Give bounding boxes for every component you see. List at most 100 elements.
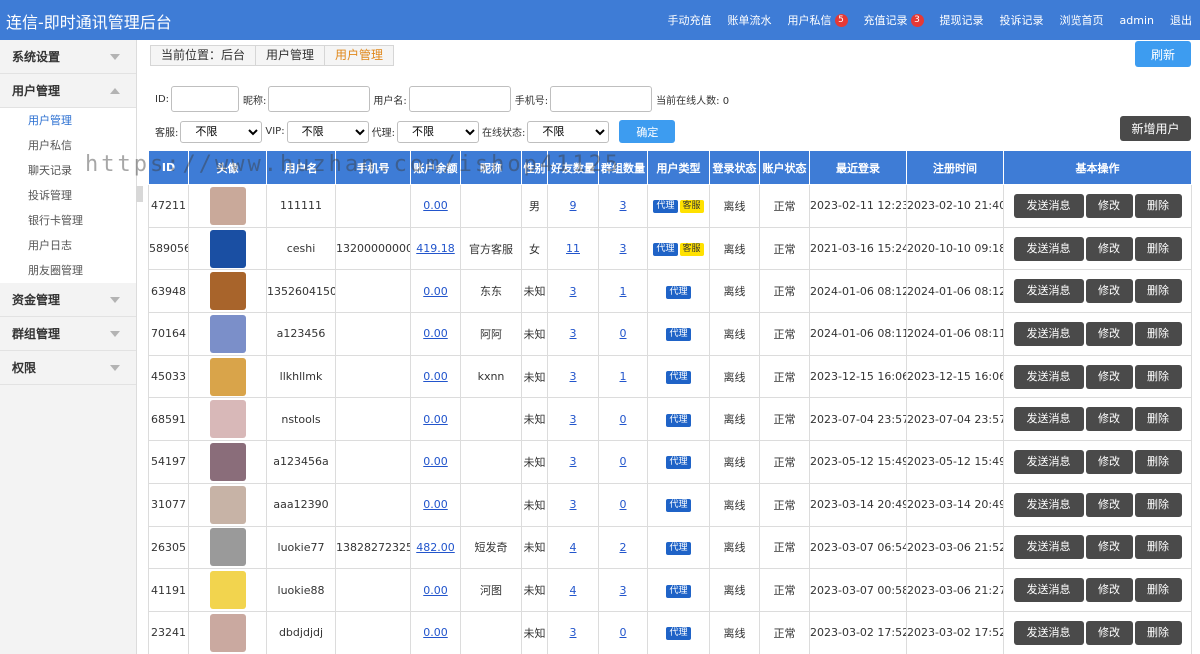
nickname-input[interactable] — [268, 86, 371, 112]
delete-button[interactable]: 删除 — [1134, 449, 1182, 474]
friends-count-link[interactable]: 4 — [570, 541, 577, 554]
balance-link[interactable]: 0.00 — [423, 285, 448, 298]
groups-count-link[interactable]: 0 — [620, 626, 627, 639]
groups-count-link[interactable]: 2 — [620, 541, 627, 554]
username-input[interactable] — [408, 86, 511, 112]
nav-item-8[interactable]: 退出 — [1162, 12, 1200, 28]
edit-button[interactable]: 修改 — [1085, 535, 1133, 560]
friends-count-link[interactable]: 4 — [570, 584, 577, 597]
groups-count-link[interactable]: 0 — [620, 455, 627, 468]
send-message-button[interactable]: 发送消息 — [1013, 236, 1084, 261]
send-message-button[interactable]: 发送消息 — [1013, 321, 1084, 346]
sidebar-group-4[interactable]: 权限 — [0, 351, 136, 385]
balance-link[interactable]: 0.00 — [423, 498, 448, 511]
delete-button[interactable]: 删除 — [1134, 620, 1182, 645]
edit-button[interactable]: 修改 — [1085, 578, 1133, 603]
sidebar-item-3[interactable]: 投诉管理 — [0, 183, 136, 208]
friends-count-link[interactable]: 3 — [570, 498, 577, 511]
breadcrumb-section[interactable]: 用户管理 — [256, 46, 326, 65]
send-message-button[interactable]: 发送消息 — [1013, 535, 1084, 560]
sidebar-collapse-handle[interactable] — [136, 186, 143, 202]
groups-count-link[interactable]: 0 — [620, 413, 627, 426]
sidebar-item-1[interactable]: 用户私信 — [0, 133, 136, 158]
balance-link[interactable]: 0.00 — [423, 584, 448, 597]
online-status-select[interactable]: 不限 — [527, 120, 610, 143]
send-message-button[interactable]: 发送消息 — [1013, 449, 1084, 474]
edit-button[interactable]: 修改 — [1085, 193, 1133, 218]
delete-button[interactable]: 删除 — [1134, 578, 1182, 603]
edit-button[interactable]: 修改 — [1085, 364, 1133, 389]
phone-input[interactable] — [550, 86, 653, 112]
groups-count-link[interactable]: 0 — [620, 327, 627, 340]
friends-count-link[interactable]: 3 — [570, 327, 577, 340]
sidebar-item-2[interactable]: 聊天记录 — [0, 158, 136, 183]
balance-link[interactable]: 0.00 — [423, 370, 448, 383]
delete-button[interactable]: 删除 — [1134, 364, 1182, 389]
send-message-button[interactable]: 发送消息 — [1013, 193, 1084, 218]
add-user-button[interactable]: 新增用户 — [1120, 116, 1191, 141]
groups-count-link[interactable]: 1 — [620, 370, 627, 383]
friends-count-link[interactable]: 11 — [566, 242, 580, 255]
groups-count-link[interactable]: 3 — [620, 584, 627, 597]
edit-button[interactable]: 修改 — [1085, 407, 1133, 432]
sidebar-item-5[interactable]: 用户日志 — [0, 233, 136, 258]
friends-count-link[interactable]: 3 — [570, 413, 577, 426]
balance-link[interactable]: 0.00 — [423, 199, 448, 212]
delete-button[interactable]: 删除 — [1134, 321, 1182, 346]
nav-item-4[interactable]: 提现记录 — [932, 12, 992, 28]
nav-item-5[interactable]: 投诉记录 — [992, 12, 1052, 28]
edit-button[interactable]: 修改 — [1085, 492, 1133, 517]
delete-button[interactable]: 删除 — [1134, 492, 1182, 517]
balance-link[interactable]: 0.00 — [423, 455, 448, 468]
sidebar-group-3[interactable]: 群组管理 — [0, 317, 136, 351]
friends-count-link[interactable]: 3 — [570, 626, 577, 639]
delete-button[interactable]: 删除 — [1134, 407, 1182, 432]
delete-button[interactable]: 删除 — [1134, 279, 1182, 304]
nav-item-7[interactable]: admin — [1112, 14, 1162, 27]
send-message-button[interactable]: 发送消息 — [1013, 407, 1084, 432]
edit-button[interactable]: 修改 — [1085, 321, 1133, 346]
balance-link[interactable]: 482.00 — [416, 541, 455, 554]
nav-item-6[interactable]: 浏览首页 — [1052, 12, 1112, 28]
send-message-button[interactable]: 发送消息 — [1013, 578, 1084, 603]
send-message-button[interactable]: 发送消息 — [1013, 364, 1084, 389]
edit-button[interactable]: 修改 — [1085, 236, 1133, 261]
send-message-button[interactable]: 发送消息 — [1013, 620, 1084, 645]
vip-select[interactable]: 不限 — [286, 120, 369, 143]
confirm-button[interactable]: 确定 — [619, 120, 676, 143]
cs-select[interactable]: 不限 — [180, 120, 263, 143]
friends-count-link[interactable]: 3 — [570, 370, 577, 383]
balance-link[interactable]: 0.00 — [423, 413, 448, 426]
groups-count-link[interactable]: 3 — [620, 242, 627, 255]
send-message-button[interactable]: 发送消息 — [1013, 279, 1084, 304]
delete-button[interactable]: 删除 — [1134, 535, 1182, 560]
nav-item-0[interactable]: 手动充值 — [660, 12, 720, 28]
friends-count-link[interactable]: 9 — [570, 199, 577, 212]
id-input[interactable] — [171, 86, 240, 112]
send-message-button[interactable]: 发送消息 — [1013, 492, 1084, 517]
balance-link[interactable]: 0.00 — [423, 626, 448, 639]
nav-item-1[interactable]: 账单流水 — [720, 12, 780, 28]
sidebar-group-2[interactable]: 资金管理 — [0, 283, 136, 317]
sidebar-item-6[interactable]: 朋友圈管理 — [0, 258, 136, 283]
friends-count-link[interactable]: 3 — [570, 455, 577, 468]
nav-item-3[interactable]: 充值记录 3 — [856, 12, 932, 28]
nav-item-2[interactable]: 用户私信 5 — [780, 12, 856, 28]
edit-button[interactable]: 修改 — [1085, 620, 1133, 645]
edit-button[interactable]: 修改 — [1085, 279, 1133, 304]
balance-link[interactable]: 419.18 — [416, 242, 455, 255]
delete-button[interactable]: 删除 — [1134, 193, 1182, 218]
groups-count-link[interactable]: 0 — [620, 498, 627, 511]
sidebar-group-0[interactable]: 系统设置 — [0, 40, 136, 74]
delete-button[interactable]: 删除 — [1134, 236, 1182, 261]
refresh-button[interactable]: 刷新 — [1135, 41, 1191, 67]
sidebar-item-4[interactable]: 银行卡管理 — [0, 208, 136, 233]
sidebar-group-1[interactable]: 用户管理 — [0, 74, 136, 108]
friends-count-link[interactable]: 3 — [570, 285, 577, 298]
sidebar-item-0[interactable]: 用户管理 — [0, 108, 136, 133]
edit-button[interactable]: 修改 — [1085, 449, 1133, 474]
balance-link[interactable]: 0.00 — [423, 327, 448, 340]
groups-count-link[interactable]: 1 — [620, 285, 627, 298]
groups-count-link[interactable]: 3 — [620, 199, 627, 212]
agent-select[interactable]: 不限 — [396, 120, 479, 143]
